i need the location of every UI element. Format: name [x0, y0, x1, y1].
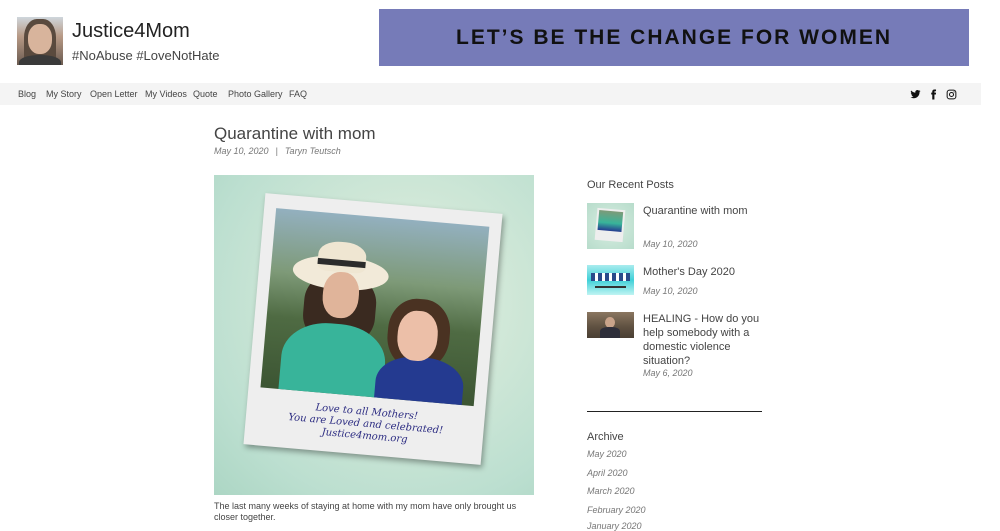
- archive-item[interactable]: January 2020: [587, 521, 642, 531]
- site-tagline: #NoAbuse #LoveNotHate: [72, 48, 220, 63]
- recent-post-title[interactable]: Quarantine with mom: [643, 204, 763, 218]
- thumb-banner-letters: [591, 273, 630, 281]
- archive-item[interactable]: March 2020: [587, 486, 635, 496]
- polaroid-frame: Love to all Mothers! You are Loved and c…: [243, 193, 503, 465]
- post-meta: May 10, 2020 | Taryn Teutsch: [214, 146, 341, 156]
- recent-post-date: May 10, 2020: [643, 239, 698, 249]
- thumb-photo: [597, 210, 624, 233]
- meta-separator: |: [275, 146, 278, 156]
- post-date: May 10, 2020: [214, 146, 269, 156]
- nav-item-blog[interactable]: Blog: [18, 89, 36, 99]
- recent-post-thumbnail[interactable]: [587, 203, 634, 249]
- nav-item-open-letter[interactable]: Open Letter: [90, 89, 138, 99]
- photo-person2-shirt: [372, 353, 466, 407]
- recent-post-title[interactable]: Mother's Day 2020: [643, 265, 763, 279]
- photo-person1-shirt: [277, 319, 389, 407]
- instagram-icon[interactable]: [946, 89, 957, 100]
- nav-item-my-videos[interactable]: My Videos: [145, 89, 187, 99]
- archive-item[interactable]: May 2020: [587, 449, 627, 459]
- photo-caption: Love to all Mothers! You are Loved and c…: [264, 398, 466, 451]
- post-body-text: The last many weeks of staying at home w…: [214, 501, 517, 522]
- avatar-shirt: [19, 55, 61, 65]
- recent-posts-heading: Our Recent Posts: [587, 179, 674, 191]
- recent-post-date: May 10, 2020: [643, 286, 698, 296]
- thumb-polaroid: [594, 207, 626, 243]
- banner-text: LET’S BE THE CHANGE FOR WOMEN: [456, 25, 892, 49]
- nav-item-quote[interactable]: Quote: [193, 89, 218, 99]
- post-title: Quarantine with mom: [214, 124, 376, 143]
- nav-item-my-story[interactable]: My Story: [46, 89, 82, 99]
- sidebar-divider: [587, 411, 762, 412]
- facebook-icon[interactable]: [928, 89, 939, 100]
- recent-post-thumbnail[interactable]: [587, 265, 634, 295]
- recent-post-thumbnail[interactable]: [587, 312, 634, 338]
- post-image[interactable]: Love to all Mothers! You are Loved and c…: [214, 175, 534, 495]
- twitter-icon[interactable]: [910, 89, 921, 100]
- thumb-line: [595, 286, 626, 288]
- post-author[interactable]: Taryn Teutsch: [285, 146, 341, 156]
- nav-bar: Blog My Story Open Letter My Videos Quot…: [0, 83, 981, 105]
- photo-sunhat-crown: [316, 240, 368, 275]
- site-logo-avatar[interactable]: [17, 17, 63, 65]
- nav-item-photo-gallery[interactable]: Photo Gallery: [228, 89, 283, 99]
- header-banner: LET’S BE THE CHANGE FOR WOMEN: [379, 9, 969, 66]
- avatar-face: [28, 24, 52, 54]
- archive-item[interactable]: April 2020: [587, 468, 628, 478]
- recent-post-date: May 6, 2020: [643, 368, 693, 378]
- archive-item[interactable]: February 2020: [587, 505, 646, 515]
- archive-heading: Archive: [587, 431, 624, 443]
- site-title[interactable]: Justice4Mom: [72, 20, 190, 43]
- recent-post-title[interactable]: HEALING - How do you help somebody with …: [643, 312, 763, 368]
- mother-daughter-photo: [260, 208, 490, 407]
- nav-item-faq[interactable]: FAQ: [289, 89, 307, 99]
- thumb-shirt: [600, 327, 620, 338]
